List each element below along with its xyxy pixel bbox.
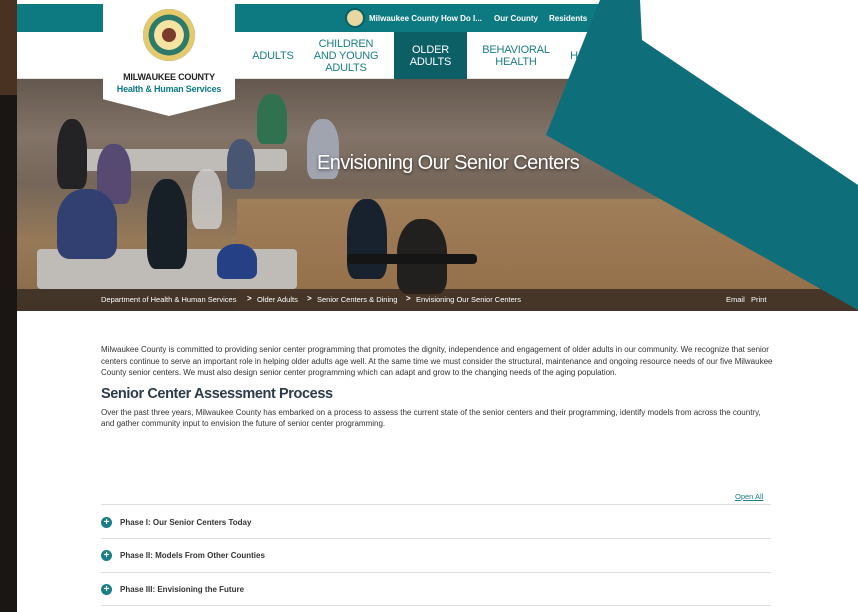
divider	[101, 538, 771, 539]
nav-adults[interactable]: ADULTS	[252, 32, 294, 79]
divider	[101, 504, 771, 505]
plus-circle-icon[interactable]: +	[101, 549, 112, 561]
frame-left-edge	[0, 95, 17, 612]
seal-center	[160, 26, 178, 44]
section-paragraph: Over the past three years, Milwaukee Cou…	[101, 407, 761, 429]
print-link[interactable]: Print	[751, 295, 766, 304]
county-seal-icon	[143, 9, 195, 61]
nav-older-adults[interactable]: OLDER ADULTS	[394, 32, 467, 79]
accordion-label: Phase I: Our Senior Centers Today	[120, 517, 252, 527]
accordion-label: Phase II: Models From Other Counties	[120, 550, 265, 560]
accordion-item-phase-1[interactable]: + Phase I: Our Senior Centers Today	[101, 513, 771, 531]
topbar-link-how-do-i[interactable]: How Do I...	[441, 14, 482, 23]
main-content: Milwaukee County is committed to providi…	[101, 344, 773, 430]
frame-left-strip	[0, 0, 17, 95]
email-link[interactable]: Email	[726, 295, 745, 304]
breadcrumb-item-senior-centers[interactable]: Senior Centers & Dining	[317, 295, 397, 304]
accordion-item-phase-3[interactable]: + Phase III: Envisioning the Future	[101, 580, 771, 598]
nav-h[interactable]: H	[567, 32, 581, 79]
divider	[101, 572, 771, 573]
open-all-link[interactable]: Open All	[735, 492, 763, 501]
breadcrumb: Department of Health & Human Services > …	[17, 289, 858, 311]
hero-banner: Envisioning Our Senior Centers Departmen…	[17, 79, 858, 311]
accordion-label: Phase III: Envisioning the Future	[120, 584, 245, 594]
webpage: Milwaukee County How Do I... Our County …	[17, 0, 858, 612]
logo-title: MILWAUKEE COUNTY	[123, 72, 215, 82]
topbar-link-residents[interactable]: Residents	[549, 14, 587, 23]
plus-circle-icon[interactable]: +	[101, 583, 112, 595]
breadcrumb-separator: >	[406, 294, 411, 303]
nav-children-young-adults[interactable]: CHILDREN AND YOUNG ADULTS	[307, 32, 385, 79]
county-seal-icon[interactable]	[345, 8, 365, 28]
section-heading: Senior Center Assessment Process	[101, 385, 333, 402]
breadcrumb-item-older-adults[interactable]: Older Adults	[257, 295, 298, 304]
hero-shade	[17, 79, 858, 311]
breadcrumb-item-current: Envisioning Our Senior Centers	[416, 295, 522, 304]
nav-behavioral-health[interactable]: BEHAVIORAL HEALTH	[472, 32, 560, 79]
breadcrumb-item-dhhs[interactable]: Department of Health & Human Services	[101, 295, 236, 304]
divider	[101, 605, 771, 606]
county-logo[interactable]: MILWAUKEE COUNTY Health & Human Services	[103, 4, 235, 116]
accordion-item-phase-2[interactable]: + Phase II: Models From Other Counties	[101, 546, 771, 564]
intro-paragraph: Milwaukee County is committed to providi…	[101, 345, 773, 377]
page-title: Envisioning Our Senior Centers	[317, 152, 580, 174]
topbar-link-milwaukee-county[interactable]: Milwaukee County	[369, 14, 439, 23]
topbar-link-our-county[interactable]: Our County	[494, 14, 538, 23]
breadcrumb-separator: >	[307, 294, 312, 303]
logo-subtitle: Health & Human Services	[116, 84, 222, 94]
breadcrumb-separator: >	[247, 294, 252, 303]
plus-circle-icon[interactable]: +	[101, 516, 112, 528]
